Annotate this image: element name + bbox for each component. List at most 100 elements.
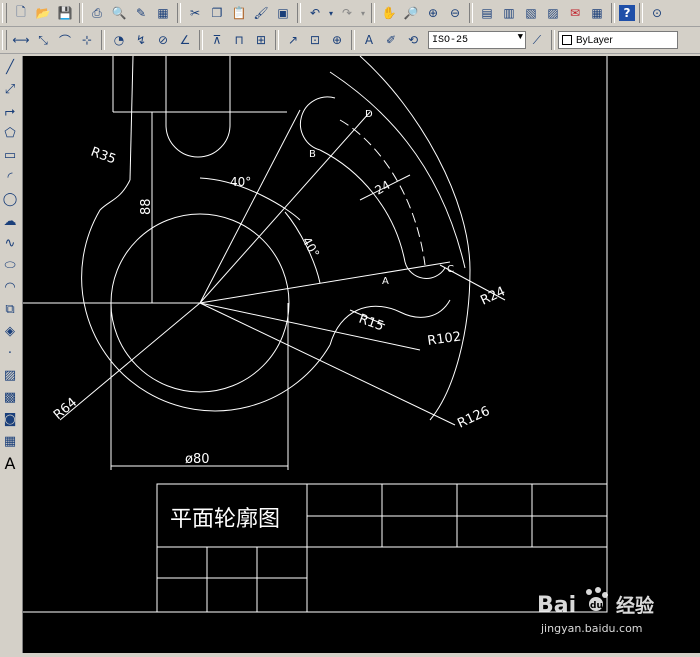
continue-dim-icon[interactable]: ⊞ [251,30,271,50]
dimedit-icon[interactable]: A [359,30,379,50]
dimtedit-icon[interactable]: ✐ [381,30,401,50]
baseline-dim-icon[interactable]: ⊓ [229,30,249,50]
make-block-icon[interactable]: ◈ [0,320,20,342]
label-88: 88 [139,198,154,215]
construction-line-icon[interactable]: ⤢ [0,78,20,100]
label-r64: R64 [51,395,80,423]
region-icon[interactable]: ◙ [0,408,20,430]
arc-r126 [359,55,471,421]
watermark-product: 经验 [616,594,655,617]
point-icon[interactable]: · [0,342,20,364]
dimstyle-manager-icon[interactable]: ⟋ [527,30,547,50]
standard-toolbar: 🗋 📂 💾 ⎙ 🔍 ✎ ▦ ✂ ❐ 📋 🖌 ▣ ↶ ▾ ↷ ▾ ✋ 🔎 ⊕ ⊖ … [0,0,700,27]
matchprop-icon[interactable]: 🖌 [251,3,271,23]
new-icon[interactable]: 🗋 [11,3,31,23]
watermark-url: jingyan.baidu.com [540,622,643,635]
label-24: 24 [373,178,393,198]
paste-icon[interactable]: 📋 [229,3,249,23]
radius-dim-icon[interactable]: ◔ [109,30,129,50]
open-icon[interactable]: 📂 [33,3,53,23]
zoom-realtime-icon[interactable]: 🔎 [401,3,421,23]
toolpalettes-icon[interactable]: ▧ [521,3,541,23]
polygon-icon[interactable]: ⬠ [0,122,20,144]
label-r35: R35 [89,145,118,168]
circle-icon[interactable]: ◯ [0,188,20,210]
gradient-icon[interactable]: ▩ [0,386,20,408]
redo-icon[interactable]: ↷ [337,3,357,23]
sheetset-icon[interactable]: ▨ [543,3,563,23]
separator [199,30,203,50]
insert-block-icon[interactable]: ⧉ [0,298,20,320]
label-point-c: C [447,264,454,275]
copy-icon[interactable]: ❐ [207,3,227,23]
label-point-b: B [309,149,316,160]
arc-slot-inner [319,149,406,263]
markup-icon[interactable]: ✉ [565,3,585,23]
arc-r35 [129,55,134,181]
leader-icon[interactable]: ↗ [283,30,303,50]
layer-select[interactable]: ByLayer [558,31,678,49]
blockeditor-icon[interactable]: ▣ [273,3,293,23]
hatch-icon[interactable]: ▨ [0,364,20,386]
radial-line-top [199,109,301,304]
undo-dropdown-icon[interactable]: ▾ [327,3,335,23]
cut-icon[interactable]: ✂ [185,3,205,23]
designcenter-icon[interactable]: ▥ [499,3,519,23]
separator [79,3,83,23]
checkbox-icon [562,35,572,45]
toolbar-grip[interactable] [2,3,7,23]
zoom-window-icon[interactable]: ⊕ [423,3,443,23]
linear-dim-icon[interactable]: ⟷ [11,30,31,50]
separator [611,3,615,23]
table-icon[interactable]: ▦ [0,430,20,452]
label-point-a: A [382,276,389,287]
publish-icon[interactable]: ✎ [131,3,151,23]
top-slot [165,56,231,158]
print-icon[interactable]: ⎙ [87,3,107,23]
dimstyle-value: ISO-25 [432,34,469,46]
radial-line-r64 [59,302,201,421]
plot-icon[interactable]: ▦ [153,3,173,23]
calculator-icon[interactable]: ▦ [587,3,607,23]
undo-icon[interactable]: ↶ [305,3,325,23]
chevron-down-icon[interactable]: ▼ [518,32,523,42]
extra-icon[interactable]: ⊙ [647,3,667,23]
dimstyle-select[interactable]: ISO-25 ▼ [428,31,526,49]
arc-icon[interactable]: ◜ [0,166,20,188]
zoom-previous-icon[interactable]: ⊖ [445,3,465,23]
properties-icon[interactable]: ▤ [477,3,497,23]
mtext-icon[interactable]: A [0,452,20,474]
ordinate-dim-icon[interactable]: ⊹ [77,30,97,50]
polyline-icon[interactable]: ⮣ [0,100,20,122]
ellipse-icon[interactable]: ⬭ [0,254,20,276]
aligned-dim-icon[interactable]: ⤡ [33,30,53,50]
layer-value: ByLayer [576,34,613,46]
radial-line-c [199,261,451,304]
redo-dropdown-icon[interactable]: ▾ [359,3,367,23]
revcloud-icon[interactable]: ☁ [0,210,20,232]
help-icon[interactable]: ? [619,5,635,21]
label-point-d: D [365,109,373,120]
angular-dim-icon[interactable]: ∠ [175,30,195,50]
diameter-dim-icon[interactable]: ⊘ [153,30,173,50]
separator [275,30,279,50]
toolbar-grip[interactable] [2,30,7,50]
jogged-dim-icon[interactable]: ↯ [131,30,151,50]
quick-dim-icon[interactable]: ⊼ [207,30,227,50]
pan-icon[interactable]: ✋ [379,3,399,23]
spline-icon[interactable]: ∿ [0,232,20,254]
center-mark-icon[interactable]: ⊕ [327,30,347,50]
baidu-watermark: Bai du 经验 jingyan.baidu.com [537,587,655,635]
arc-length-icon[interactable]: ⌒ [55,30,75,50]
line-icon[interactable]: ╱ [0,56,20,78]
tolerance-icon[interactable]: ⊡ [305,30,325,50]
preview-icon[interactable]: 🔍 [109,3,129,23]
ellipse-arc-icon[interactable]: ◠ [0,276,20,298]
drawing-canvas[interactable]: R35 R64 R15 R102 R126 R24 ø80 88 40° 40°… [23,55,700,653]
label-r102: R102 [426,329,462,349]
draw-toolbar: ╱ ⤢ ⮣ ⬠ ▭ ◜ ◯ ☁ ∿ ⬭ ◠ ⧉ ◈ · ▨ ▩ ◙ ▦ A [0,56,23,653]
rectangle-icon[interactable]: ▭ [0,144,20,166]
radial-line-r102 [199,302,421,351]
save-icon[interactable]: 💾 [55,3,75,23]
dim-update-icon[interactable]: ⟲ [403,30,423,50]
